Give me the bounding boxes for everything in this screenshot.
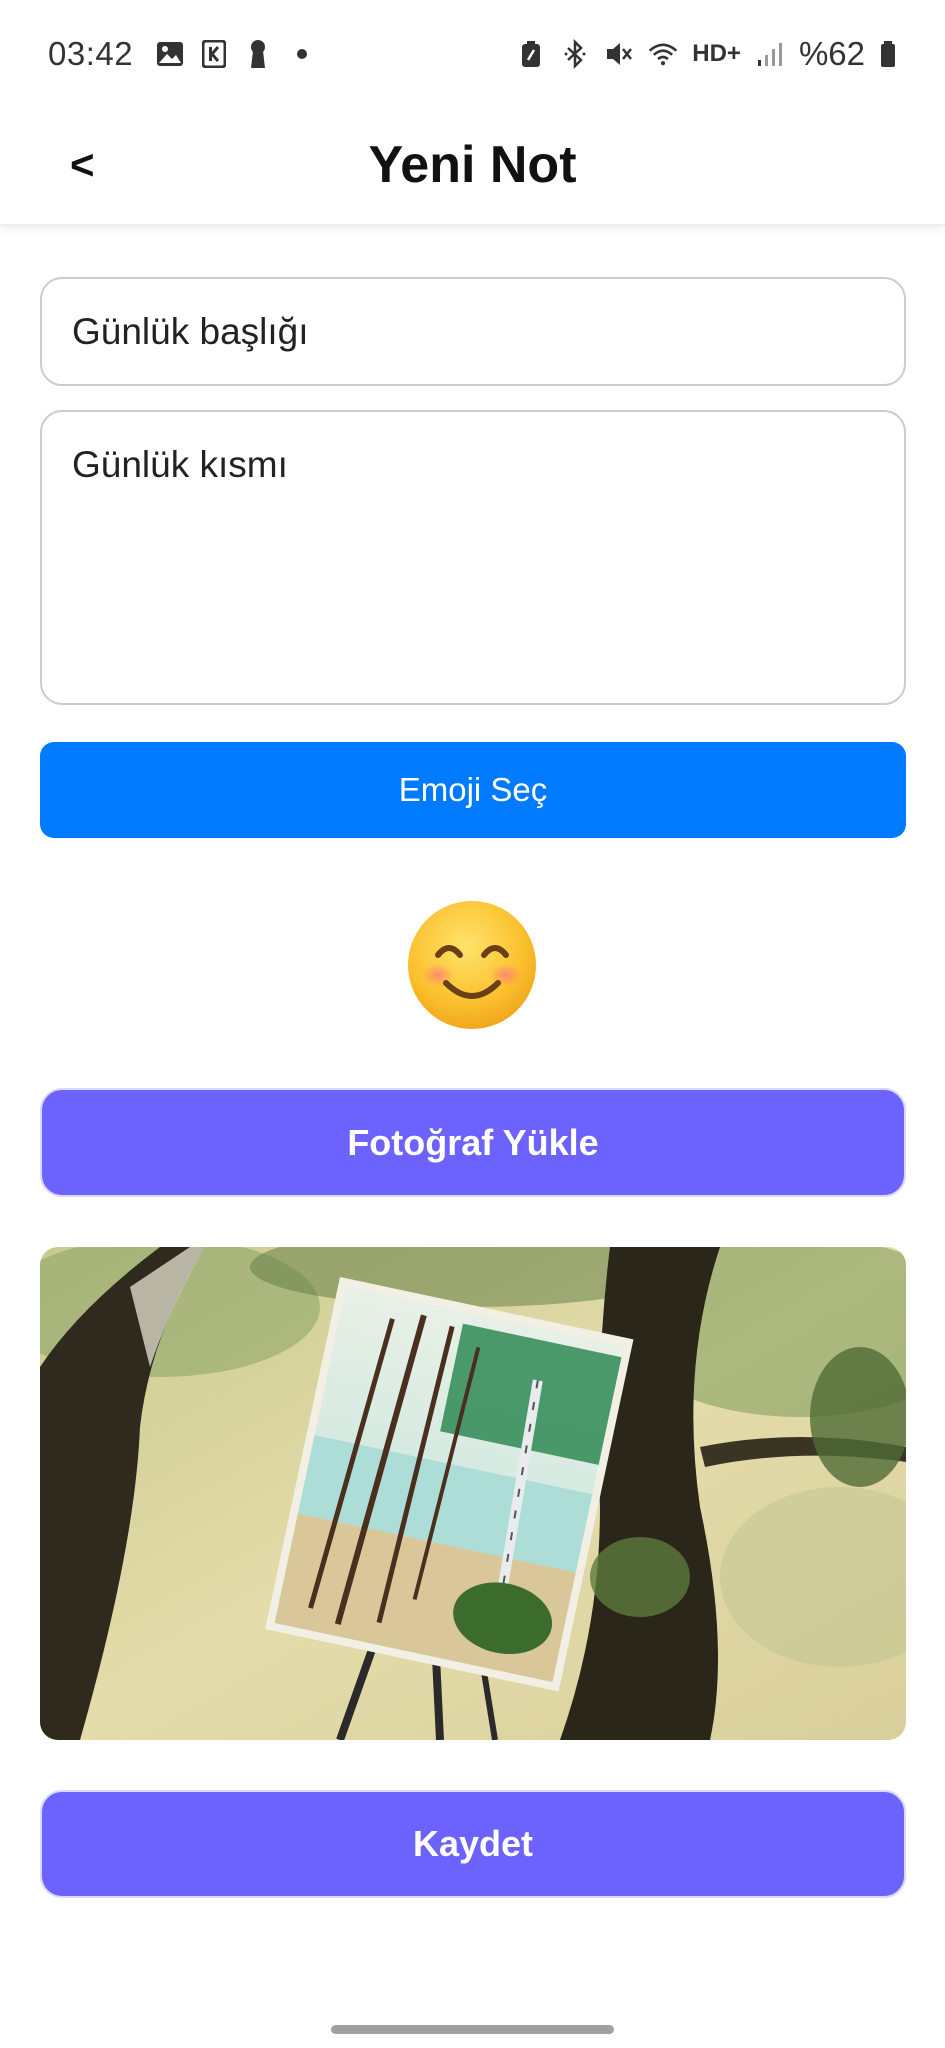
page-title: Yeni Not [368, 136, 577, 194]
battery-percentage: %62 [798, 35, 865, 72]
upload-photo-label: Fotoğraf Yükle [347, 1121, 599, 1163]
wifi-icon [648, 39, 678, 69]
hd-plus-label: HD+ [692, 40, 741, 67]
home-indicator[interactable] [331, 2025, 614, 2034]
battery-saver-icon [516, 39, 546, 69]
bluetooth-icon [560, 39, 590, 69]
battery-icon [879, 39, 897, 69]
title-input[interactable]: Günlük başlığı [40, 277, 906, 386]
keyhole-icon [243, 39, 273, 69]
gallery-icon [155, 39, 185, 69]
save-button[interactable]: Kaydet [40, 1790, 906, 1898]
status-left: 03:42 [48, 35, 317, 73]
app-header: < Yeni Not [0, 108, 945, 226]
signal-icon [755, 39, 785, 69]
mute-icon [604, 39, 634, 69]
save-label: Kaydet [412, 1823, 534, 1864]
emoji-select-label: Emoji Seç [398, 771, 548, 808]
status-right: HD+ %62 [516, 35, 897, 73]
status-time: 03:42 [48, 35, 134, 72]
body-textarea[interactable]: Günlük kısmı [40, 410, 906, 705]
title-input-placeholder: Günlük başlığı [72, 310, 309, 352]
upload-photo-button[interactable]: Fotoğraf Yükle [40, 1088, 906, 1197]
uploaded-photo [40, 1247, 906, 1740]
status-bar: 03:42 HD+ %62 [0, 0, 945, 108]
k-app-icon [199, 39, 229, 69]
body-textarea-placeholder: Günlük kısmı [72, 444, 288, 485]
selected-emoji-icon [404, 897, 540, 1033]
notification-dot-icon [287, 39, 317, 69]
emoji-select-button[interactable]: Emoji Seç [40, 742, 906, 838]
